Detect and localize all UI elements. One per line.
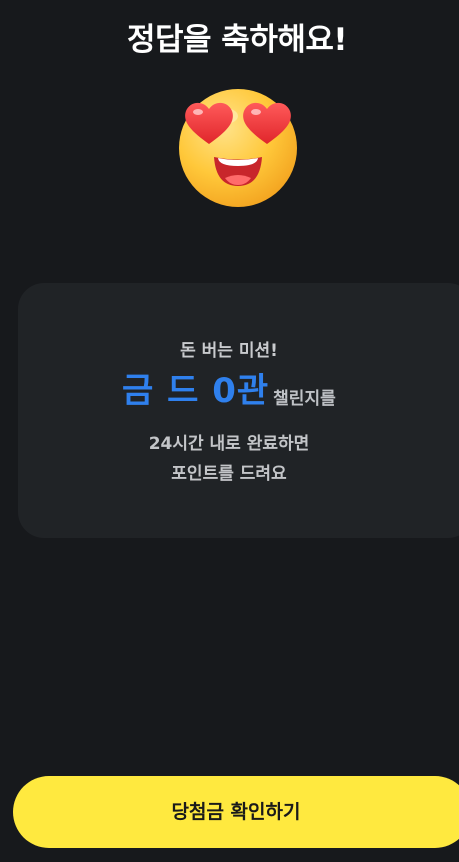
mission-description-line1: 24시간 내로 완료하면 (148, 434, 310, 454)
challenge-name: 금 드 0관 (122, 371, 270, 411)
challenge-title: 금 드 0관 챌린지를 (122, 369, 336, 413)
heart-eyes-emoji-icon (179, 89, 297, 207)
mission-description-line2: 포인트를 드려요 (171, 464, 287, 484)
challenge-suffix: 챌린지를 (273, 389, 336, 409)
check-prize-button-label: 당첨금 확인하기 (171, 801, 301, 823)
page-title: 정답을 축하해요! (126, 22, 348, 58)
celebration-screen: 정답을 축하해요! 돈 버는 미션! 금 드 0관 챌린지를 24시간 내로 완… (0, 0, 459, 862)
mission-card: 돈 버는 미션! 금 드 0관 챌린지를 24시간 내로 완료하면 포인트를 드려… (18, 283, 459, 538)
mission-label: 돈 버는 미션! (180, 341, 278, 361)
check-prize-button[interactable]: 당첨금 확인하기 (13, 776, 459, 848)
